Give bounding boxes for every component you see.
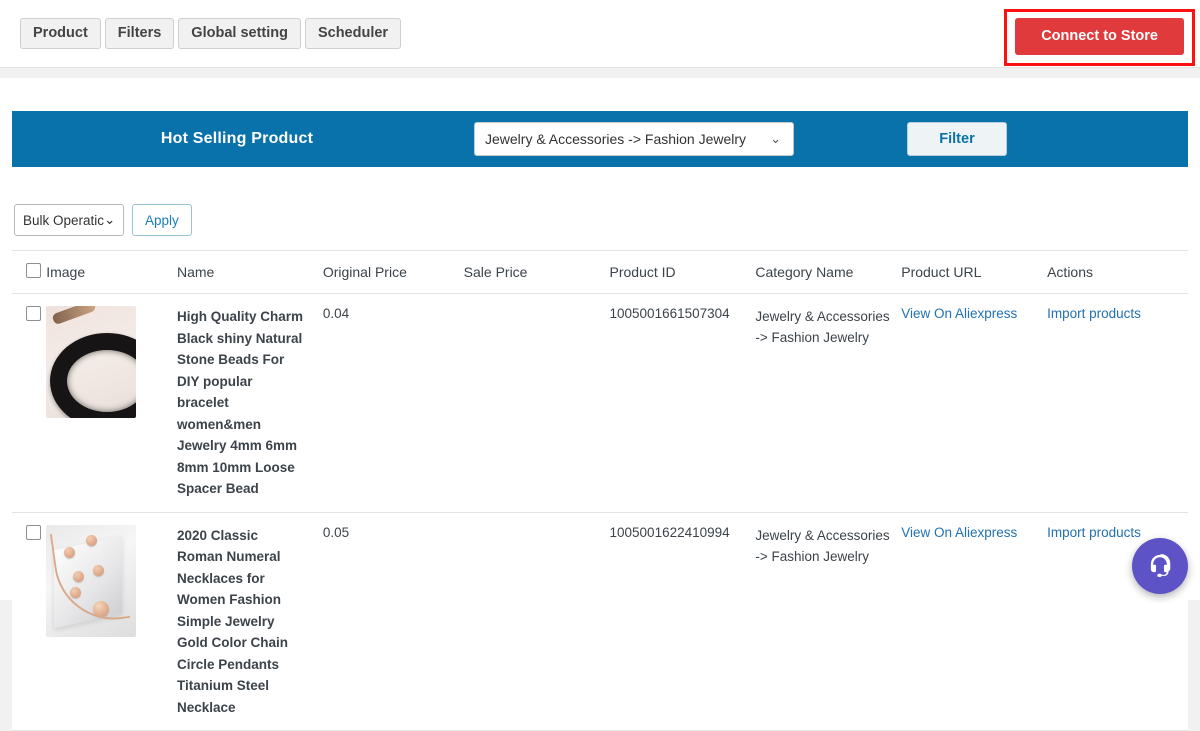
tab-product[interactable]: Product: [20, 18, 101, 50]
column-header-actions: Actions: [1047, 251, 1188, 294]
support-chat-button[interactable]: [1132, 538, 1188, 594]
product-id-cell: 1005001661507304: [610, 294, 756, 513]
column-header-image: Image: [46, 251, 177, 294]
top-tab-bar: Product Filters Global setting Scheduler…: [0, 0, 1200, 68]
connect-to-store-button[interactable]: Connect to Store: [1015, 18, 1184, 55]
category-name-cell: Jewelry & Accessories -> Fashion Jewelry: [755, 294, 901, 513]
tab-global-setting[interactable]: Global setting: [178, 18, 301, 50]
sale-price-cell: [464, 512, 610, 731]
product-id-cell: 1005001622410994: [610, 512, 756, 731]
necklace-bead: [93, 565, 104, 576]
necklace-bead: [73, 571, 84, 582]
column-header-category-name: Category Name: [755, 251, 901, 294]
bulk-action-row: Bulk Operatic ⌄ Apply: [14, 204, 192, 236]
hot-selling-product-banner: Hot Selling Product Jewelry & Accessorie…: [12, 111, 1188, 167]
category-select[interactable]: Jewelry & Accessories -> Fashion Jewelry…: [474, 122, 794, 156]
banner-title: Hot Selling Product: [12, 130, 462, 148]
product-thumbnail: [46, 525, 136, 637]
column-header-original-price: Original Price: [323, 251, 464, 294]
table-row: 2020 Classic Roman Numeral Necklaces for…: [12, 512, 1188, 731]
view-on-aliexpress-link[interactable]: View On Aliexpress: [901, 525, 1017, 540]
tab-scheduler[interactable]: Scheduler: [305, 18, 401, 50]
row-select-cell: [12, 512, 46, 731]
chevron-down-icon: ⌄: [770, 131, 781, 147]
row-select-cell: [12, 294, 46, 513]
column-header-product-url: Product URL: [901, 251, 1047, 294]
product-url-cell: View On Aliexpress: [901, 512, 1047, 731]
connect-to-store-highlight: Connect to Store: [1004, 9, 1195, 66]
original-price-cell: 0.05: [323, 512, 464, 731]
view-on-aliexpress-link[interactable]: View On Aliexpress: [901, 306, 1017, 321]
bulk-operation-select[interactable]: Bulk Operatic ⌄: [14, 204, 124, 236]
necklace-bead: [70, 587, 81, 598]
product-name-cell: High Quality Charm Black shiny Natural S…: [177, 294, 323, 513]
product-name-cell: 2020 Classic Roman Numeral Necklaces for…: [177, 512, 323, 731]
select-all-checkbox[interactable]: [26, 263, 41, 278]
product-image-cell: [46, 294, 177, 513]
headset-icon: [1146, 552, 1174, 580]
select-all-header: [12, 251, 46, 294]
tab-filters[interactable]: Filters: [105, 18, 175, 50]
category-line-1: Jewelry & Accessories: [755, 525, 893, 546]
bulk-operation-value: Bulk Operatic: [23, 213, 104, 228]
product-name: 2020 Classic Roman Numeral Necklaces for…: [177, 525, 303, 719]
product-image-cell: [46, 512, 177, 731]
products-table: Image Name Original Price Sale Price Pro…: [12, 250, 1188, 731]
tab-list: Product Filters Global setting Scheduler: [20, 18, 401, 50]
column-header-product-id: Product ID: [610, 251, 756, 294]
category-line-2: -> Fashion Jewelry: [755, 546, 893, 567]
row-checkbox[interactable]: [26, 525, 41, 540]
category-name-cell: Jewelry & Accessories -> Fashion Jewelry: [755, 512, 901, 731]
table-head: Image Name Original Price Sale Price Pro…: [12, 251, 1188, 294]
apply-button[interactable]: Apply: [132, 204, 192, 236]
table-row: High Quality Charm Black shiny Natural S…: [12, 294, 1188, 513]
import-products-link[interactable]: Import products: [1047, 525, 1141, 540]
row-checkbox[interactable]: [26, 306, 41, 321]
sale-price-cell: [464, 294, 610, 513]
category-select-value: Jewelry & Accessories -> Fashion Jewelry: [485, 131, 746, 147]
actions-cell: Import products: [1047, 294, 1188, 513]
column-header-sale-price: Sale Price: [464, 251, 610, 294]
necklace-pendant: [93, 601, 109, 617]
table-header-row: Image Name Original Price Sale Price Pro…: [12, 251, 1188, 294]
import-products-link[interactable]: Import products: [1047, 306, 1141, 321]
necklace-bead: [64, 547, 75, 558]
category-line-2: -> Fashion Jewelry: [755, 327, 893, 348]
main-content-card: Hot Selling Product Jewelry & Accessorie…: [0, 78, 1200, 600]
filter-button[interactable]: Filter: [907, 122, 1007, 156]
table-body: High Quality Charm Black shiny Natural S…: [12, 294, 1188, 731]
category-line-1: Jewelry & Accessories: [755, 306, 893, 327]
necklace-bead: [86, 535, 97, 546]
product-url-cell: View On Aliexpress: [901, 294, 1047, 513]
column-header-name: Name: [177, 251, 323, 294]
product-name: High Quality Charm Black shiny Natural S…: [177, 306, 303, 500]
product-thumbnail: [46, 306, 136, 418]
original-price-cell: 0.04: [323, 294, 464, 513]
chevron-down-icon: ⌄: [104, 212, 115, 228]
